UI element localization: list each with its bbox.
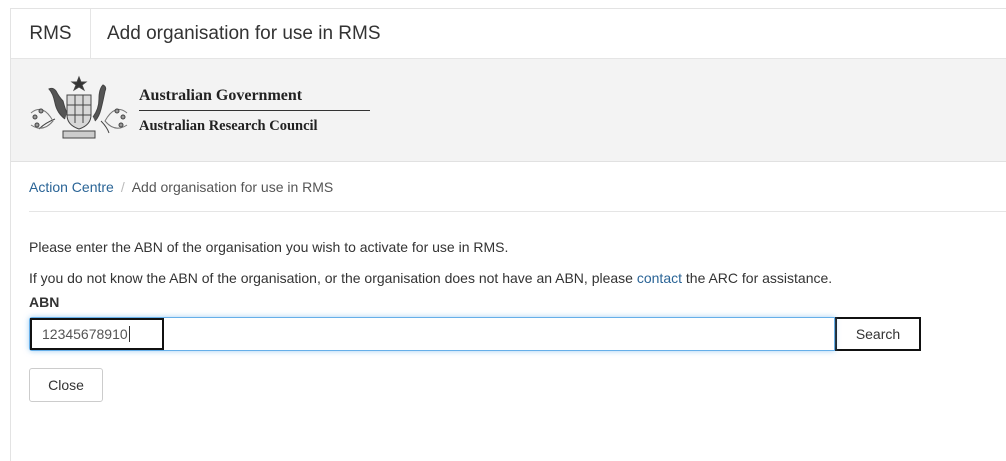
breadcrumb-action-centre[interactable]: Action Centre — [29, 179, 114, 195]
abn-label: ABN — [29, 294, 60, 310]
breadcrumb-separator: / — [120, 178, 125, 195]
help-text-end: the ARC for assistance. — [682, 270, 833, 286]
title-bar: RMS Add organisation for use in RMS — [11, 9, 1006, 59]
breadcrumb-current: Add organisation for use in RMS — [131, 178, 334, 195]
breadcrumb: Action Centre / Add organisation for use… — [29, 162, 1006, 212]
instruction-text: Please enter the ABN of the organisation… — [29, 239, 509, 255]
agency-name: Australian Government Australian Researc… — [139, 87, 370, 135]
search-button[interactable]: Search — [835, 317, 921, 351]
abn-input[interactable]: 12345678910 — [29, 317, 835, 351]
input-highlight-box — [30, 318, 164, 350]
contact-link[interactable]: contact — [637, 270, 682, 286]
help-text-start: If you do not know the ABN of the organi… — [29, 270, 637, 286]
help-text: If you do not know the ABN of the organi… — [29, 268, 1006, 288]
abn-input-group: 12345678910 Search — [29, 317, 921, 351]
government-name: Australian Government — [139, 87, 370, 111]
council-name: Australian Research Council — [139, 118, 318, 134]
dialog-title: Add organisation for use in RMS — [107, 22, 381, 44]
dialog-content: Action Centre / Add organisation for use… — [11, 162, 1006, 402]
app-name: RMS — [11, 9, 91, 58]
dialog: RMS Add organisation for use in RMS Aust… — [10, 8, 1006, 461]
coat-of-arms-icon — [30, 75, 128, 139]
close-button[interactable]: Close — [29, 368, 103, 402]
agency-banner: Australian Government Australian Researc… — [11, 59, 1006, 162]
